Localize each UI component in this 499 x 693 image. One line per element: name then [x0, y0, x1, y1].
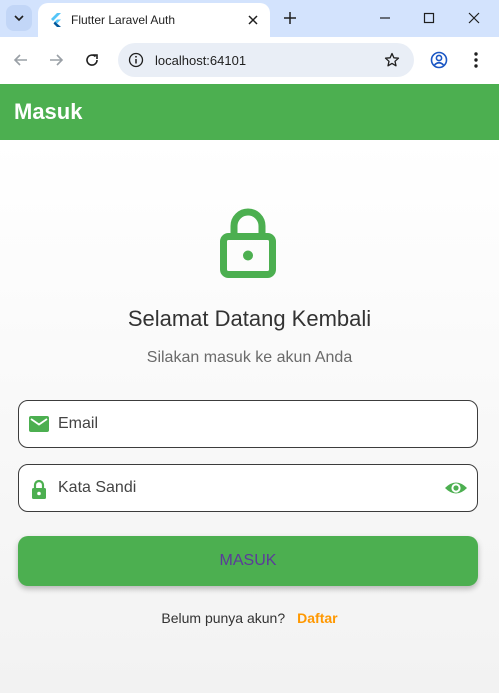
account-icon[interactable] [430, 51, 448, 69]
arrow-right-icon[interactable] [47, 51, 65, 69]
address-bar[interactable]: localhost:64101 [118, 43, 414, 77]
eye-icon[interactable] [444, 478, 468, 498]
flutter-icon [51, 13, 61, 27]
address-url: localhost:64101 [155, 53, 247, 68]
email-field[interactable]: Email [18, 400, 478, 448]
tab-search-button[interactable] [6, 5, 32, 31]
reload-icon[interactable] [83, 51, 101, 69]
info-icon[interactable] [128, 52, 144, 68]
tab-title: Flutter Laravel Auth [71, 13, 176, 27]
signup-row: Belum punya akun? Daftar [0, 610, 499, 626]
password-field[interactable]: Kata Sandi [18, 464, 478, 512]
close-window-button[interactable] [452, 0, 496, 36]
email-placeholder: Email [58, 415, 99, 432]
login-screen: Selamat Datang Kembali Silakan masuk ke … [0, 140, 499, 693]
minimize-icon [380, 17, 390, 19]
minimize-button[interactable] [363, 0, 407, 36]
browser-toolbar: localhost:64101 [0, 37, 499, 84]
login-button[interactable]: MASUK [18, 536, 478, 586]
welcome-subheading: Silakan masuk ke akun Anda [146, 349, 353, 366]
chevron-down-icon [14, 15, 24, 22]
arrow-left-icon[interactable] [12, 51, 30, 69]
more-vertical-icon[interactable] [470, 51, 482, 69]
lock-icon [220, 208, 276, 278]
browser-tab-strip: Flutter Laravel Auth [0, 0, 499, 37]
plus-icon[interactable] [282, 10, 298, 26]
close-icon [468, 12, 480, 24]
password-placeholder: Kata Sandi [58, 479, 137, 496]
signup-prompt: Belum punya akun? [161, 610, 286, 626]
welcome-heading: Selamat Datang Kembali [127, 306, 372, 331]
maximize-icon [423, 12, 435, 24]
close-icon[interactable] [246, 13, 260, 27]
mail-icon [29, 416, 49, 432]
browser-tab[interactable]: Flutter Laravel Auth [38, 3, 270, 37]
maximize-button[interactable] [407, 0, 451, 36]
lock-icon [32, 479, 46, 499]
app-bar: Masuk [0, 84, 499, 140]
signup-link[interactable]: Daftar [297, 610, 337, 626]
page-title: Masuk [14, 99, 83, 124]
star-icon[interactable] [384, 52, 400, 68]
